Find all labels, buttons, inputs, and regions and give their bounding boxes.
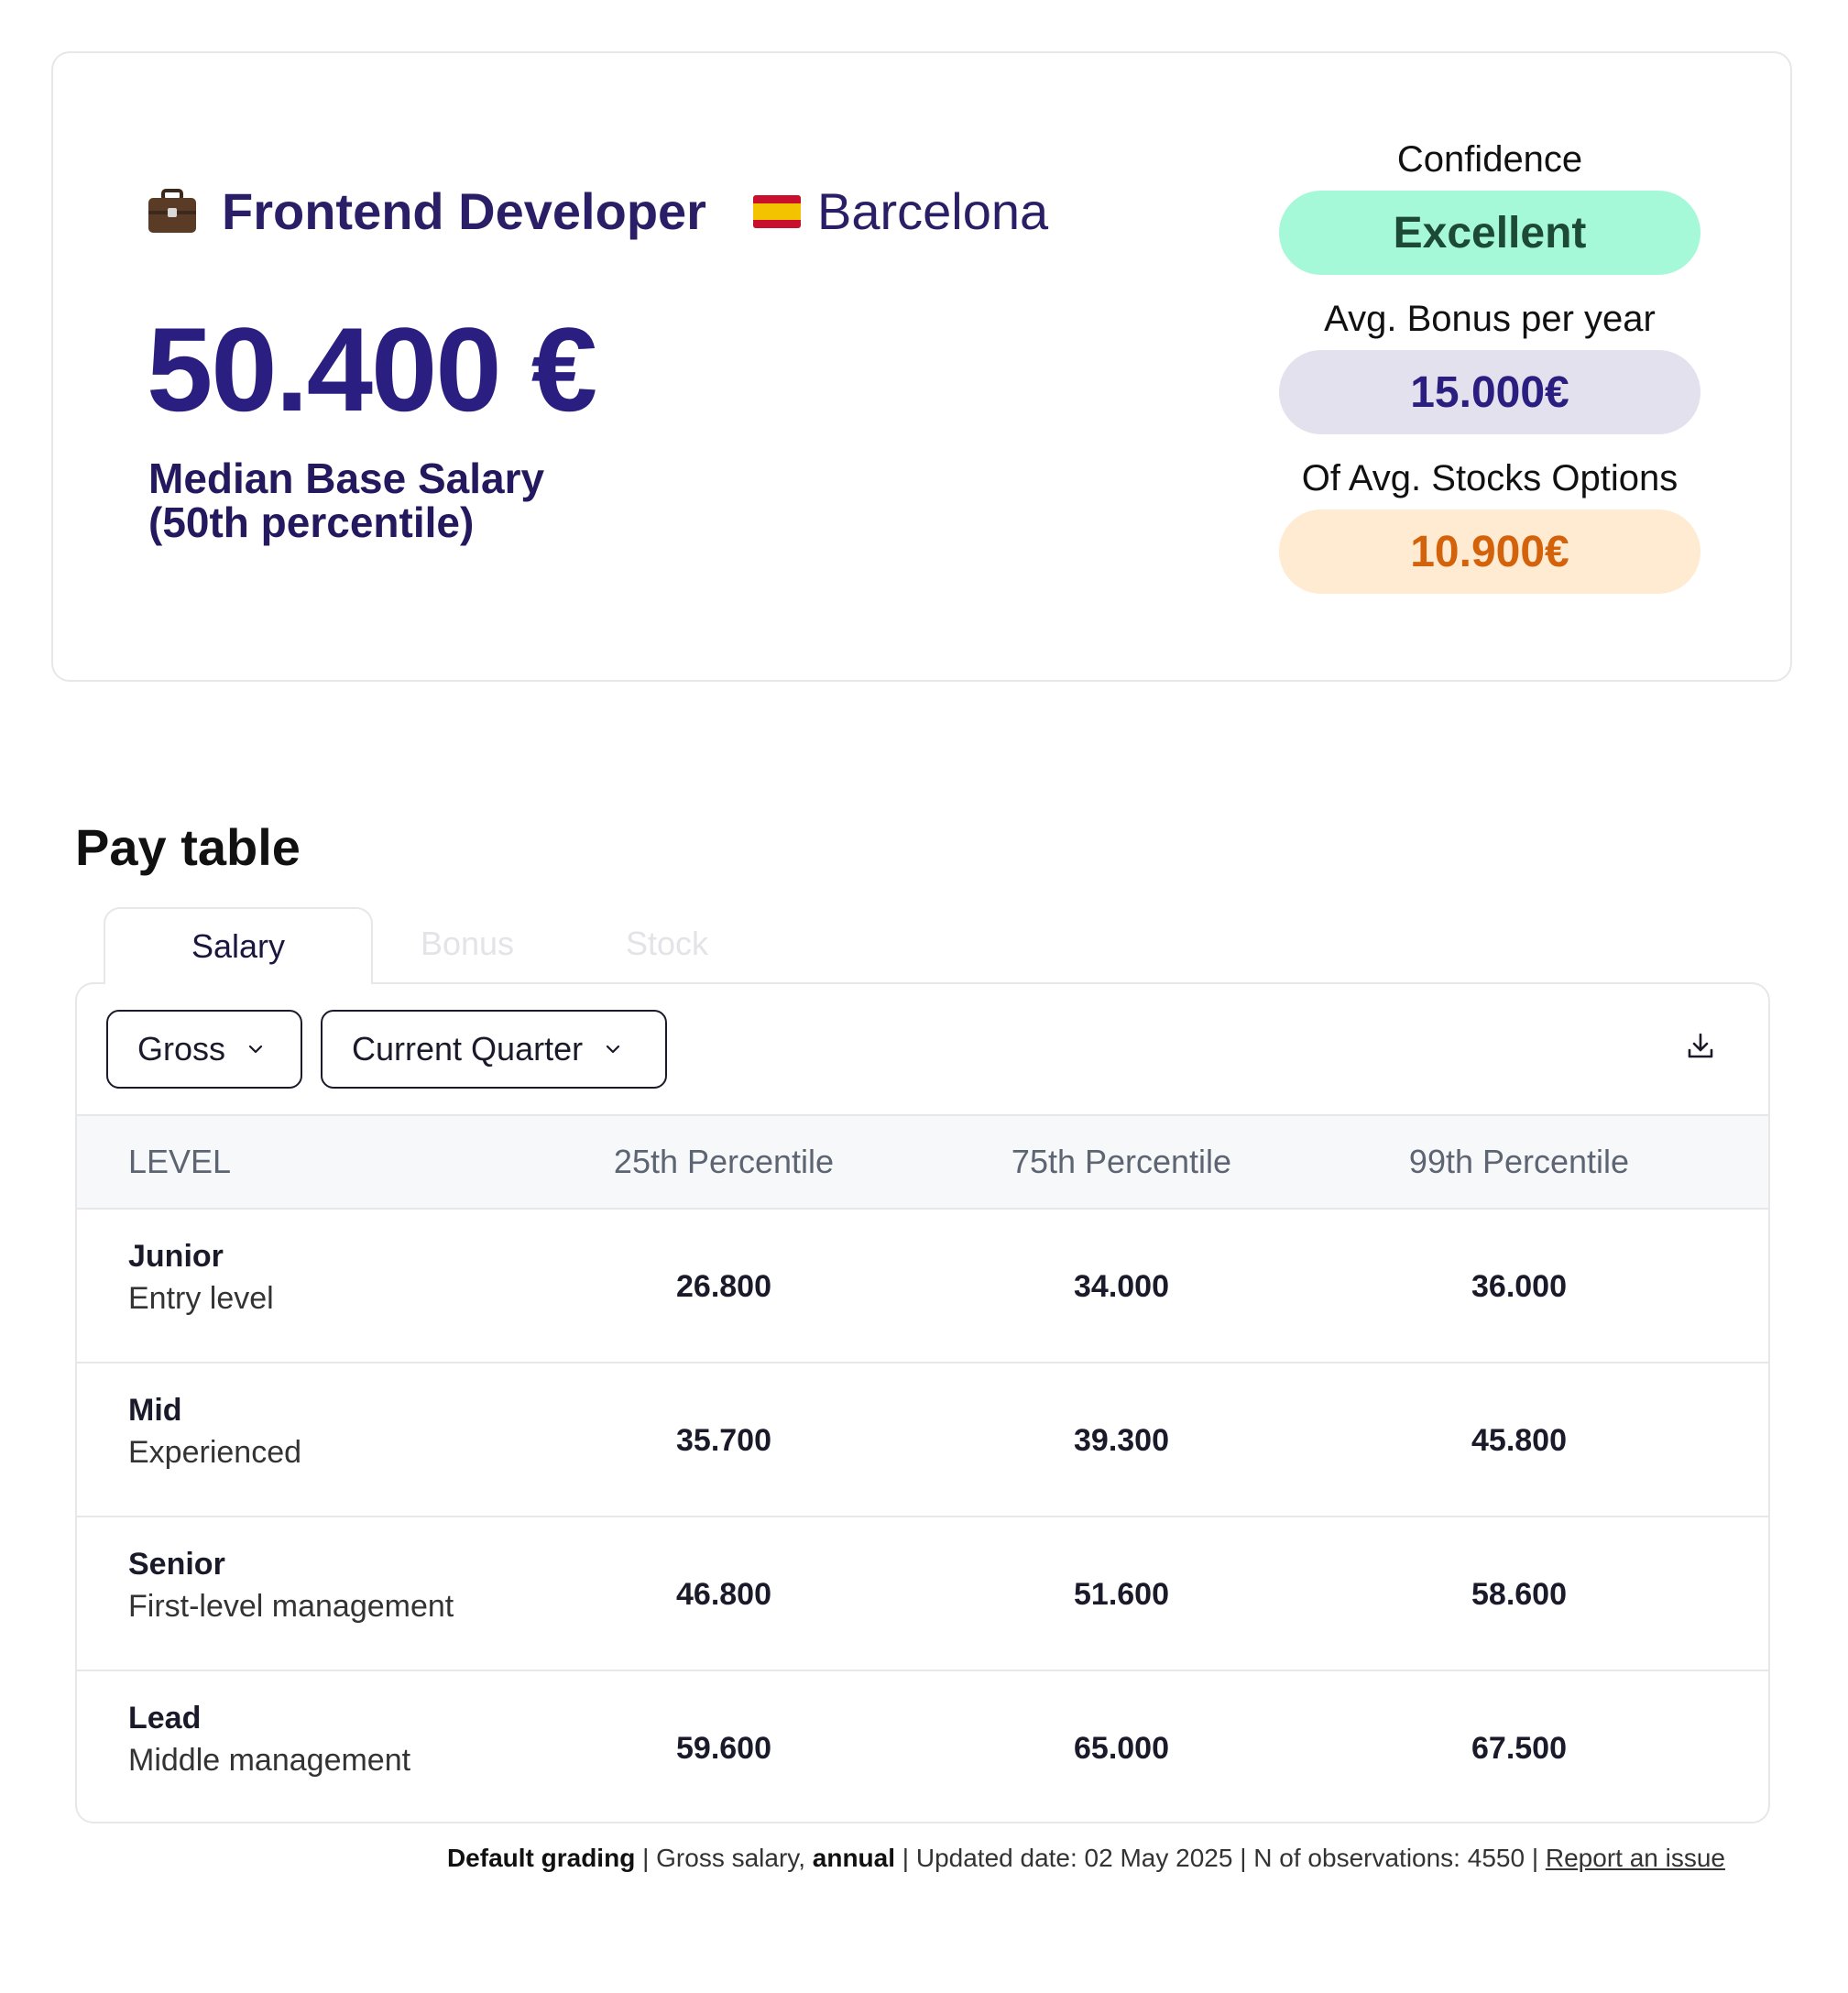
salary-summary-card: Frontend Developer Barcelona 50.400 € Me… [51, 51, 1792, 682]
footer-separator: | [1531, 1844, 1539, 1872]
median-salary-amount: 50.400 € [147, 302, 597, 436]
cell-p75: 51.600 [1074, 1576, 1169, 1612]
tab-bonus[interactable]: Bonus [403, 907, 531, 980]
bonus-value: 15.000€ [1279, 350, 1700, 434]
stock-label: Of Avg. Stocks Options [1301, 458, 1679, 498]
footer-separator: | [1240, 1844, 1247, 1872]
cell-p99: 36.000 [1471, 1268, 1567, 1304]
job-title: Frontend Developer [222, 182, 706, 240]
briefcase-icon [147, 188, 198, 235]
tab-salary[interactable]: Salary [104, 907, 373, 984]
pay-table-title: Pay table [75, 818, 301, 876]
level-name: Lead [128, 1701, 202, 1736]
period-value: Current Quarter [352, 1030, 584, 1068]
confidence-metric: Confidence Excellent [1279, 137, 1700, 275]
column-header-level: LEVEL [128, 1143, 232, 1180]
bonus-label: Avg. Bonus per year [1324, 299, 1656, 339]
salary-type-value: Gross [137, 1030, 226, 1068]
median-label-line1: Median Base Salary [148, 454, 545, 502]
pay-table-card: Gross Current Quarter LEVEL 25th Percent… [75, 982, 1770, 1823]
location-name: Barcelona [817, 182, 1049, 240]
level-description: Entry level [128, 1281, 274, 1316]
level-name: Mid [128, 1393, 182, 1428]
level-name: Junior [128, 1239, 224, 1274]
cell-p25: 46.800 [676, 1576, 771, 1612]
chevron-down-icon [248, 1045, 263, 1054]
confidence-badge: Excellent [1279, 191, 1700, 275]
cell-p75: 65.000 [1074, 1730, 1169, 1766]
table-row: Junior Entry level 26.800 34.000 36.000 [77, 1210, 1768, 1363]
spain-flag-icon [753, 194, 801, 228]
footer-updated: Updated date: 02 May 2025 [915, 1844, 1233, 1872]
location: Barcelona [753, 181, 1048, 241]
median-label-line2: (50th percentile) [148, 498, 475, 546]
table-row: Mid Experienced 35.700 39.300 45.800 [77, 1363, 1768, 1517]
cell-p99: 45.800 [1471, 1422, 1567, 1458]
table-footer: Default grading | Gross salary, annual |… [447, 1844, 1725, 1873]
cell-p25: 59.600 [676, 1730, 771, 1766]
download-icon[interactable] [1684, 1030, 1717, 1063]
footer-separator: | [902, 1844, 910, 1872]
footer-separator: | [642, 1844, 650, 1872]
report-issue-link[interactable]: Report an issue [1546, 1844, 1725, 1872]
table-header: LEVEL 25th Percentile 75th Percentile 99… [77, 1114, 1768, 1210]
column-header-p25: 25th Percentile [613, 1143, 835, 1180]
cell-p25: 35.700 [676, 1422, 771, 1458]
job-heading: Frontend Developer [147, 181, 706, 241]
footer-grading: Default grading [446, 1844, 636, 1872]
table-row: Senior First-level management 46.800 51.… [77, 1517, 1768, 1671]
footer-salary-period: annual [812, 1844, 896, 1872]
table-row: Lead Middle management 59.600 65.000 67.… [77, 1671, 1768, 1822]
column-header-p99: 99th Percentile [1408, 1143, 1630, 1180]
footer-observations: N of observations: 4550 [1253, 1844, 1525, 1872]
cell-p99: 58.600 [1471, 1576, 1567, 1612]
cell-p25: 26.800 [676, 1268, 771, 1304]
stock-value: 10.900€ [1279, 509, 1700, 594]
median-salary-label: Median Base Salary (50th percentile) [148, 456, 698, 544]
tab-stock[interactable]: Stock [603, 907, 731, 980]
stock-metric: Of Avg. Stocks Options 10.900€ [1279, 456, 1700, 594]
footer-salary-prefix: Gross salary, [656, 1844, 805, 1872]
level-description: Middle management [128, 1743, 411, 1778]
column-header-p75: 75th Percentile [1011, 1143, 1232, 1180]
chevron-down-icon [606, 1045, 620, 1054]
confidence-label: Confidence [1396, 139, 1583, 180]
level-description: First-level management [128, 1589, 454, 1624]
cell-p75: 39.300 [1074, 1422, 1169, 1458]
level-name: Senior [128, 1547, 225, 1582]
salary-type-select[interactable]: Gross [106, 1010, 302, 1089]
cell-p75: 34.000 [1074, 1268, 1169, 1304]
cell-p99: 67.500 [1471, 1730, 1567, 1766]
bonus-metric: Avg. Bonus per year 15.000€ [1279, 297, 1700, 434]
level-description: Experienced [128, 1435, 302, 1470]
period-select[interactable]: Current Quarter [321, 1010, 667, 1089]
